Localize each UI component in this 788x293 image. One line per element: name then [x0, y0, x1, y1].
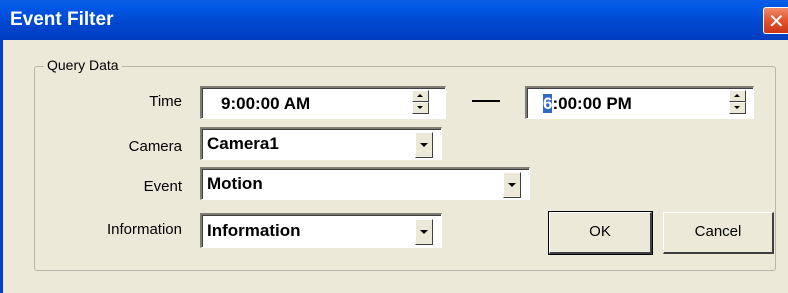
group-legend: Query Data: [44, 57, 122, 73]
spin-up-icon: [734, 94, 740, 97]
start-time-value: 9:00:00 AM: [221, 94, 311, 113]
chevron-down-icon: [508, 183, 516, 187]
event-dropdown-button[interactable]: [503, 172, 521, 198]
camera-value: Camera1: [207, 134, 279, 153]
camera-dropdown-button[interactable]: [415, 132, 433, 158]
title-bar[interactable]: Event Filter ✕: [0, 0, 788, 40]
event-select[interactable]: Motion: [200, 167, 530, 200]
end-time-value: 6:00:00 PM: [543, 94, 632, 114]
time-label: Time: [149, 93, 182, 110]
spin-down-icon: [417, 106, 423, 109]
close-button[interactable]: ✕: [763, 7, 788, 34]
spin-down-icon: [734, 106, 740, 109]
end-time-up-button[interactable]: [729, 90, 746, 102]
chevron-down-icon: [420, 143, 428, 147]
information-value: Information: [207, 221, 301, 240]
close-icon: ✕: [768, 9, 785, 33]
start-time-field[interactable]: 9:00:00 AM: [200, 86, 446, 119]
ok-button[interactable]: OK: [548, 211, 653, 255]
time-range-dash: [472, 100, 500, 102]
event-filter-dialog: Event Filter ✕ Query Data Time 9:00:00 A…: [0, 0, 788, 293]
spin-up-icon: [417, 94, 423, 97]
start-time-down-button[interactable]: [412, 102, 429, 114]
event-label: Event: [143, 178, 182, 195]
end-time-rest: :00:00 PM: [552, 94, 632, 113]
cancel-button[interactable]: Cancel: [663, 212, 774, 254]
end-time-field[interactable]: 6:00:00 PM: [525, 86, 754, 119]
information-select[interactable]: Information: [200, 213, 442, 248]
end-time-down-button[interactable]: [729, 102, 746, 114]
camera-select[interactable]: Camera1: [200, 127, 442, 160]
information-label: Information: [106, 221, 182, 238]
window-title: Event Filter: [10, 9, 114, 30]
chevron-down-icon: [420, 230, 428, 234]
camera-label: Camera: [128, 138, 182, 155]
event-value: Motion: [207, 174, 263, 193]
start-time-up-button[interactable]: [412, 90, 429, 102]
end-time-spinner[interactable]: [729, 90, 746, 114]
start-time-spinner[interactable]: [412, 90, 429, 114]
information-dropdown-button[interactable]: [415, 219, 433, 245]
